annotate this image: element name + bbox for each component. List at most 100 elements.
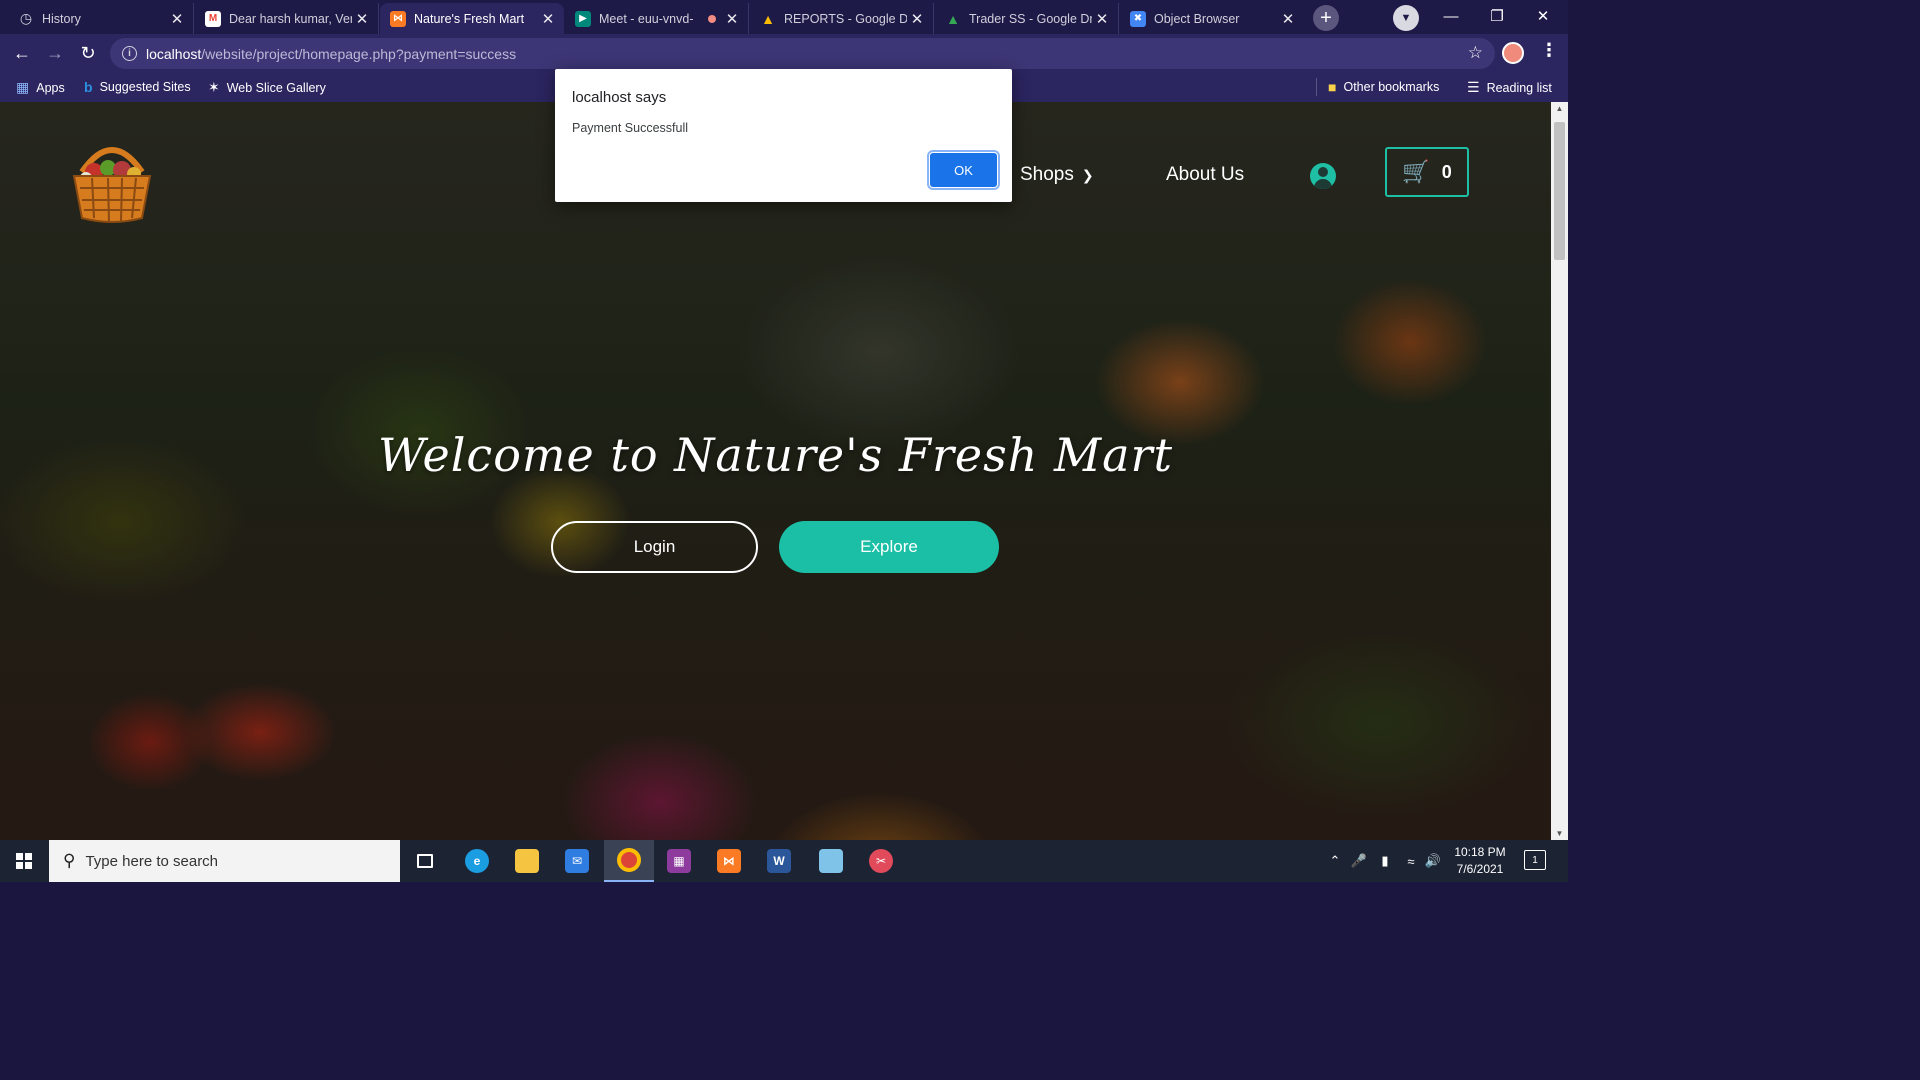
close-icon[interactable]: ✕ xyxy=(1092,10,1112,28)
nav-about-us[interactable]: About Us xyxy=(1166,164,1244,186)
bookmark-apps[interactable]: ▦ Apps xyxy=(16,79,65,96)
tab-label: Dear harsh kumar, Ver xyxy=(229,11,352,26)
forward-arrow-icon[interactable]: → xyxy=(42,40,68,66)
login-button[interactable]: Login xyxy=(551,521,758,573)
start-button[interactable] xyxy=(0,840,48,882)
tab-label: Meet - euu-vnvd- xyxy=(599,11,694,26)
cart-icon: 🛒 xyxy=(1402,159,1430,184)
taskbar-clock[interactable]: 10:18 PM 7/6/2021 xyxy=(1440,844,1520,878)
history-icon: ◷ xyxy=(19,10,33,26)
reading-list[interactable]: ☰ Reading list xyxy=(1467,79,1552,96)
close-icon[interactable]: ✕ xyxy=(352,10,372,28)
close-icon[interactable]: ✕ xyxy=(907,10,927,28)
google-drive-icon: ▲ xyxy=(761,10,775,27)
site-info-icon[interactable]: i xyxy=(122,46,137,61)
snipping-tool-icon[interactable]: ✂ xyxy=(856,840,906,882)
new-tab-button[interactable]: + xyxy=(1313,5,1339,31)
tab-label: REPORTS - Google Dri xyxy=(784,11,907,26)
edge-icon[interactable]: e xyxy=(452,840,502,882)
bookmark-suggested-sites[interactable]: b Suggested Sites xyxy=(84,79,191,95)
notification-center-icon[interactable]: 1 xyxy=(1524,850,1546,870)
tab-object-browser[interactable]: ✖ Object Browser ✕ xyxy=(1120,3,1304,34)
page-scrollbar[interactable]: ▲ ▼ xyxy=(1551,102,1568,840)
window-close-icon[interactable]: ✕ xyxy=(1520,0,1566,32)
task-view-icon[interactable] xyxy=(400,840,450,882)
windows-taskbar: ⚲ Type here to search e ✉ ▦ ⋈ W ✂ ⌃ 🎤 ▮ … xyxy=(0,840,1568,882)
recording-indicator-icon xyxy=(708,14,716,23)
user-account-icon[interactable] xyxy=(1310,163,1336,189)
tab-natures-fresh-mart[interactable]: ⋈ Nature's Fresh Mart ✕ xyxy=(380,3,564,34)
minimize-icon[interactable]: — xyxy=(1428,0,1474,32)
battery-icon[interactable]: ▮ xyxy=(1374,840,1396,882)
folder-icon: ■ xyxy=(1328,79,1337,95)
explore-button[interactable]: Explore xyxy=(779,521,999,573)
tab-search-icon[interactable]: ▼ xyxy=(1393,5,1419,31)
page-hero-background: Shops ❯ About Us 🛒 0 Welcome to Nature's… xyxy=(0,102,1551,840)
clock-time: 10:18 PM xyxy=(1454,845,1506,859)
tab-history[interactable]: ◷ History ✕ xyxy=(8,3,194,34)
mail-icon[interactable]: ✉ xyxy=(552,840,602,882)
bookmark-label: Suggested Sites xyxy=(99,80,191,94)
reading-list-label: Reading list xyxy=(1486,80,1552,95)
close-icon[interactable]: ✕ xyxy=(538,10,558,28)
notepad-icon[interactable] xyxy=(806,840,856,882)
close-icon[interactable]: ✕ xyxy=(722,10,742,28)
xampp-icon: ⋈ xyxy=(390,10,406,27)
ok-button[interactable]: OK xyxy=(927,150,1000,190)
restore-icon[interactable]: ❐ xyxy=(1474,0,1520,32)
close-icon[interactable]: ✕ xyxy=(1278,10,1298,28)
clock-date: 7/6/2021 xyxy=(1456,862,1504,876)
browser-toolbar: ← → ↻ i localhost/website/project/homepa… xyxy=(0,34,1568,72)
url-path: /website/project/homepage.php?payment=su… xyxy=(201,45,517,62)
bing-icon: b xyxy=(84,79,93,95)
bookmark-web-slice-gallery[interactable]: ✶ Web Slice Gallery xyxy=(208,79,326,96)
scrollbar-thumb[interactable] xyxy=(1554,122,1565,260)
reload-icon[interactable]: ↻ xyxy=(75,40,101,66)
gmail-icon: M xyxy=(205,10,221,27)
tab-gmail[interactable]: M Dear harsh kumar, Ver ✕ xyxy=(195,3,379,34)
nav-shops[interactable]: Shops ❯ xyxy=(1020,164,1094,186)
address-bar[interactable]: i localhost/website/project/homepage.php… xyxy=(110,38,1495,69)
taskbar-search[interactable]: ⚲ Type here to search xyxy=(49,840,400,882)
chrome-icon[interactable] xyxy=(604,840,654,882)
file-explorer-icon[interactable] xyxy=(502,840,552,882)
windows-logo-icon xyxy=(16,853,32,869)
browser-menu-icon[interactable]: ⋮ xyxy=(1540,40,1558,61)
microphone-icon[interactable]: 🎤 xyxy=(1350,840,1368,882)
bookmarks-divider xyxy=(1316,78,1317,96)
xampp-taskbar-icon[interactable]: ⋈ xyxy=(704,840,754,882)
show-hidden-icons[interactable]: ⌃ xyxy=(1324,840,1346,882)
bookmark-star-icon[interactable]: ☆ xyxy=(1468,43,1483,63)
search-icon: ⚲ xyxy=(63,851,76,870)
cart-button[interactable]: 🛒 0 xyxy=(1385,147,1469,197)
back-arrow-icon[interactable]: ← xyxy=(9,40,35,66)
bookmark-label: Web Slice Gallery xyxy=(226,80,326,95)
google-drive-icon: ▲ xyxy=(946,10,960,27)
tab-label: Object Browser xyxy=(1154,11,1240,26)
tab-reports-drive[interactable]: ▲ REPORTS - Google Dri ✕ xyxy=(750,3,934,34)
wifi-icon[interactable]: ≈ xyxy=(1400,840,1422,882)
search-placeholder: Type here to search xyxy=(85,852,219,870)
tab-meet[interactable]: ▶ Meet - euu-vnvd- ✕ xyxy=(565,3,749,34)
cart-count: 0 xyxy=(1441,161,1452,182)
tab-trader-drive[interactable]: ▲ Trader SS - Google Dr ✕ xyxy=(935,3,1119,34)
scroll-up-icon[interactable]: ▲ xyxy=(1551,104,1568,113)
web-slice-icon: ✶ xyxy=(208,79,220,95)
object-browser-icon: ✖ xyxy=(1130,10,1146,27)
meet-icon: ▶ xyxy=(575,10,591,27)
scroll-down-icon[interactable]: ▼ xyxy=(1551,829,1568,838)
basket-logo-icon[interactable] xyxy=(64,132,160,228)
close-icon[interactable]: ✕ xyxy=(167,10,187,28)
chevron-down-icon: ❯ xyxy=(1081,166,1094,183)
url-host: localhost xyxy=(146,45,202,62)
bookmark-label: Apps xyxy=(36,80,65,95)
tab-label: History xyxy=(42,11,81,26)
word-icon[interactable]: W xyxy=(754,840,804,882)
bookmark-other[interactable]: ■ Other bookmarks xyxy=(1328,79,1439,95)
other-bookmarks-label: Other bookmarks xyxy=(1343,80,1440,94)
profile-avatar[interactable] xyxy=(1502,42,1524,64)
alert-dialog: localhost says Payment Successfull OK xyxy=(555,69,1012,202)
tab-label: Trader SS - Google Dr xyxy=(969,11,1092,26)
dialog-title: localhost says xyxy=(572,89,667,106)
winrar-icon[interactable]: ▦ xyxy=(654,840,704,882)
